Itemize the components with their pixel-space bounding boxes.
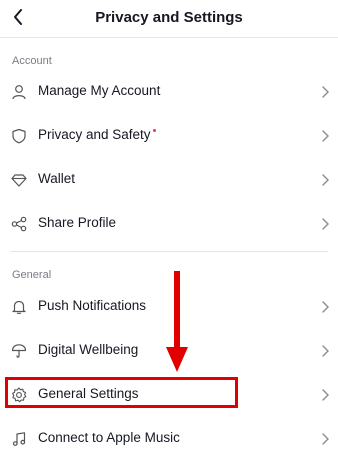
settings-item-share-profile[interactable]: Share Profile: [0, 202, 338, 246]
gear-icon: [10, 386, 28, 404]
settings-item-label: Digital Wellbeing: [38, 342, 139, 357]
settings-item-general-settings[interactable]: General Settings: [0, 373, 338, 417]
shield-icon: [10, 127, 28, 145]
section-label-account: Account: [12, 55, 52, 67]
settings-item-manage-my-account[interactable]: Manage My Account: [0, 70, 338, 114]
bell-icon: [10, 298, 28, 316]
chevron-right-icon: [320, 173, 330, 187]
chevron-right-icon: [320, 388, 330, 402]
page-title: Privacy and Settings: [95, 9, 243, 26]
chevron-right-icon: [320, 432, 330, 446]
chevron-right-icon: [320, 85, 330, 99]
settings-item-label: Wallet: [38, 171, 76, 186]
header-bar: Privacy and Settings: [0, 0, 338, 38]
section-label-general: General: [12, 269, 52, 281]
chevron-right-icon: [320, 344, 330, 358]
settings-item-label: Privacy and Safety: [38, 127, 156, 142]
section-divider: [10, 251, 328, 252]
notification-dot: [152, 129, 156, 132]
settings-item-push-notifications[interactable]: Push Notifications: [0, 285, 338, 329]
settings-item-label: Push Notifications: [38, 298, 147, 313]
settings-item-label: Connect to Apple Music: [38, 430, 180, 445]
chevron-right-icon: [320, 129, 330, 143]
settings-item-digital-wellbeing[interactable]: Digital Wellbeing: [0, 329, 338, 373]
diamond-icon: [10, 171, 28, 189]
settings-item-connect-to-apple-music[interactable]: Connect to Apple Music: [0, 417, 338, 461]
settings-item-privacy-and-safety[interactable]: Privacy and Safety: [0, 114, 338, 158]
chevron-right-icon: [320, 300, 330, 314]
umbrella-icon: [10, 342, 28, 360]
share-icon: [10, 215, 28, 233]
settings-item-wallet[interactable]: Wallet: [0, 158, 338, 202]
privacy-and-safety-text: Privacy and Safety: [38, 127, 151, 142]
music-note-icon: [10, 430, 28, 448]
settings-item-label: Manage My Account: [38, 83, 161, 98]
person-icon: [10, 83, 28, 101]
settings-item-label: Share Profile: [38, 215, 117, 230]
chevron-right-icon: [320, 217, 330, 231]
settings-item-label: General Settings: [38, 386, 139, 401]
